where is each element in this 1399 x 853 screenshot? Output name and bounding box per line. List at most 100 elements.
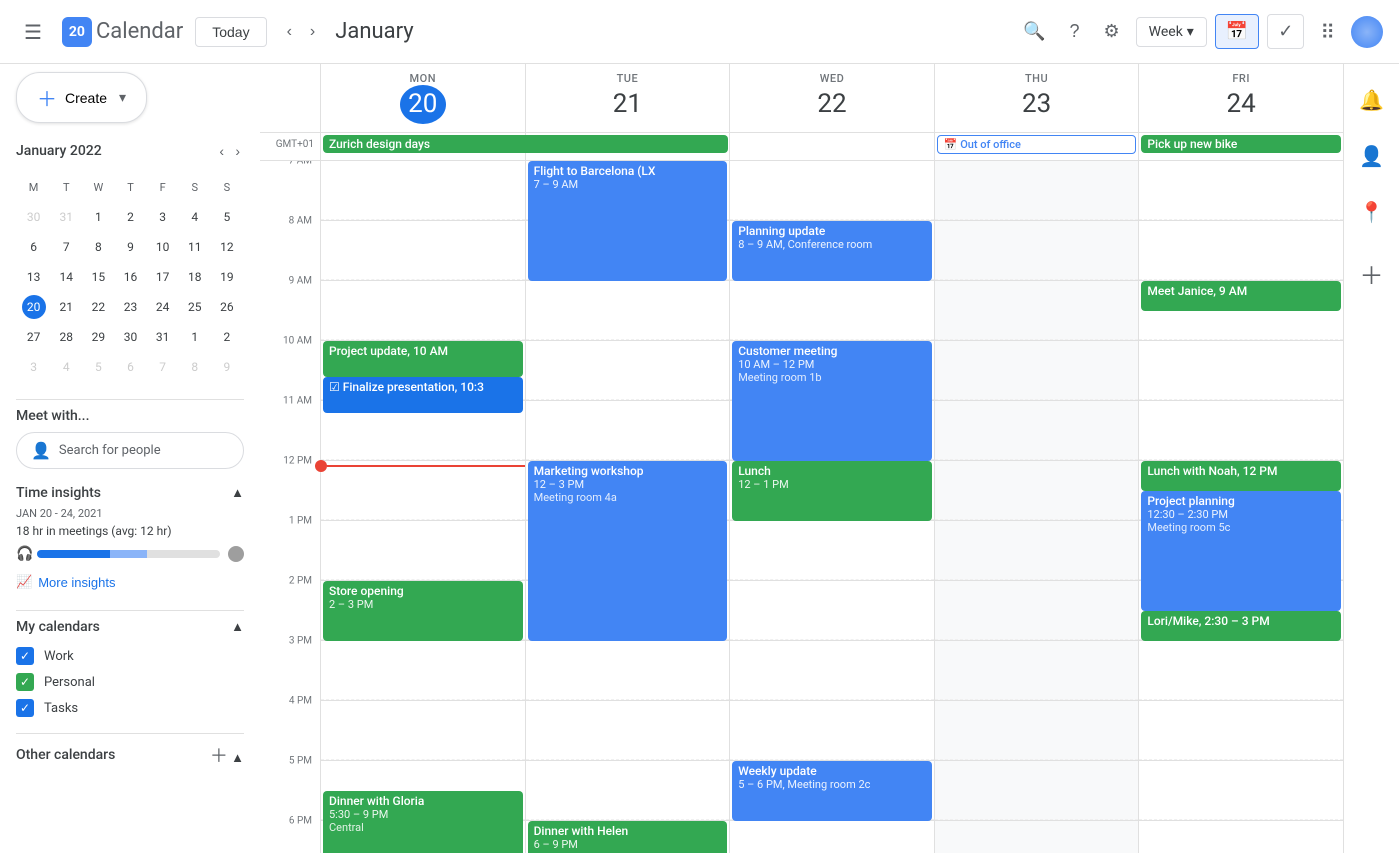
search-people-input[interactable]: 👤 Search for people — [16, 432, 244, 469]
day-header-number[interactable]: 23 — [1014, 85, 1060, 124]
mini-cal-day[interactable]: 5 — [212, 203, 242, 231]
mini-cal-day[interactable]: 30 — [115, 323, 145, 351]
mini-cal-day[interactable]: 31 — [51, 203, 81, 231]
today-button[interactable]: Today — [195, 17, 266, 47]
day-column[interactable]: Planning update8 – 9 AM, Conference room… — [729, 161, 934, 853]
mini-cal-day[interactable]: 7 — [51, 233, 81, 261]
mini-cal-day[interactable]: 25 — [180, 293, 210, 321]
mini-cal-day[interactable]: 30 — [18, 203, 49, 231]
mini-cal-day[interactable]: 4 — [180, 203, 210, 231]
mini-cal-day[interactable]: 5 — [83, 353, 113, 381]
mini-cal-day[interactable]: 24 — [148, 293, 178, 321]
right-sidebar-add-icon[interactable]: ＋ — [1352, 248, 1392, 299]
mini-cal-day[interactable]: 4 — [51, 353, 81, 381]
mini-cal-day[interactable]: 3 — [148, 203, 178, 231]
mini-cal-day[interactable]: 27 — [18, 323, 49, 351]
calendar-event[interactable]: Flight to Barcelona (LX7 – 9 AM — [528, 161, 728, 281]
allday-cell[interactable]: Pick up new bike — [1138, 133, 1343, 160]
mini-cal-day[interactable]: 26 — [212, 293, 242, 321]
allday-event-out-of-office[interactable]: 📅 Out of office — [937, 135, 1137, 154]
right-sidebar-notifications-icon[interactable]: 🔔 — [1351, 80, 1392, 120]
mini-cal-day[interactable]: 19 — [212, 263, 242, 291]
day-header-cell[interactable]: FRI24 — [1138, 64, 1343, 132]
mini-cal-day[interactable]: 2 — [115, 203, 145, 231]
mini-cal-day[interactable]: 7 — [148, 353, 178, 381]
mini-cal-day[interactable]: 3 — [18, 353, 49, 381]
calendar-event[interactable]: Dinner with Gloria5:30 – 9 PMCentral — [323, 791, 523, 853]
mini-cal-day[interactable]: 28 — [51, 323, 81, 351]
calendar-event[interactable]: Dinner with Helen6 – 9 PM — [528, 821, 728, 853]
calendar-event[interactable]: Planning update8 – 9 AM, Conference room — [732, 221, 932, 281]
day-header-number[interactable]: 24 — [1218, 85, 1264, 124]
time-grid-container[interactable]: 7 AM8 AM9 AM10 AM11 AM12 PM1 PM2 PM3 PM4… — [260, 161, 1343, 853]
mini-cal-day[interactable]: 9 — [212, 353, 242, 381]
mini-cal-day[interactable]: 21 — [51, 293, 81, 321]
my-calendars-header[interactable]: My calendars ▲ — [16, 619, 244, 635]
calendar-event[interactable]: Store opening2 – 3 PM — [323, 581, 523, 641]
mini-cal-day[interactable]: 1 — [180, 323, 210, 351]
more-insights-button[interactable]: 📈 More insights — [16, 570, 116, 594]
mini-cal-day[interactable]: 23 — [115, 293, 145, 321]
other-calendars-header[interactable]: Other calendars ＋ ▲ — [16, 742, 244, 768]
day-header-cell[interactable]: MON20 — [320, 64, 525, 132]
calendar-item[interactable]: ✓Personal — [16, 669, 244, 695]
view-selector[interactable]: Week ▾ — [1136, 17, 1207, 47]
day-column[interactable]: Project update, 10 AM☑ Finalize presenta… — [320, 161, 525, 853]
calendar-checkbox[interactable]: ✓ — [16, 647, 34, 665]
mini-cal-day[interactable]: 20 — [18, 293, 49, 321]
day-header-number[interactable]: 22 — [809, 85, 855, 124]
calendar-event[interactable]: Project planning12:30 – 2:30 PMMeeting r… — [1141, 491, 1341, 611]
day-column[interactable] — [934, 161, 1139, 853]
search-button[interactable]: 🔍 — [1015, 13, 1053, 50]
allday-cell[interactable] — [729, 133, 934, 160]
mini-cal-day[interactable]: 15 — [83, 263, 113, 291]
right-sidebar-location-icon[interactable]: 📍 — [1351, 192, 1392, 232]
mini-cal-day[interactable]: 9 — [115, 233, 145, 261]
mini-cal-day[interactable]: 10 — [148, 233, 178, 261]
user-avatar[interactable] — [1351, 16, 1383, 48]
calendar-view-button[interactable]: 📅 — [1215, 14, 1259, 49]
mini-cal-day[interactable]: 17 — [148, 263, 178, 291]
mini-cal-day[interactable]: 2 — [212, 323, 242, 351]
calendar-item[interactable]: ✓Tasks — [16, 695, 244, 721]
mini-cal-day[interactable]: 16 — [115, 263, 145, 291]
add-other-calendar-icon[interactable]: ＋ — [210, 746, 228, 767]
day-header-number[interactable]: 20 — [400, 85, 446, 124]
mini-cal-day[interactable]: 12 — [212, 233, 242, 261]
mini-cal-day[interactable]: 8 — [83, 233, 113, 261]
calendar-event[interactable]: Weekly update5 – 6 PM, Meeting room 2c — [732, 761, 932, 821]
calendar-event[interactable]: Marketing workshop12 – 3 PMMeeting room … — [528, 461, 728, 641]
menu-icon[interactable]: ☰ — [16, 12, 50, 52]
allday-event-zurich[interactable]: Zurich design days — [323, 135, 728, 153]
allday-cell[interactable]: Zurich design days — [320, 133, 525, 160]
calendar-event[interactable]: Meet Janice, 9 AM — [1141, 281, 1341, 311]
mini-cal-day[interactable]: 31 — [148, 323, 178, 351]
day-header-cell[interactable]: THU23 — [934, 64, 1139, 132]
day-column[interactable]: Flight to Barcelona (LX7 – 9 AM Marketing… — [525, 161, 730, 853]
prev-arrow[interactable]: ‹ — [279, 15, 300, 49]
mini-cal-day[interactable]: 8 — [180, 353, 210, 381]
mini-cal-day[interactable]: 22 — [83, 293, 113, 321]
mini-cal-day[interactable]: 18 — [180, 263, 210, 291]
mini-cal-day[interactable]: 14 — [51, 263, 81, 291]
day-header-number[interactable]: 21 — [604, 85, 650, 124]
create-button[interactable]: ＋ Create ▾ — [16, 72, 147, 123]
right-sidebar-person-icon[interactable]: 👤 — [1351, 136, 1392, 176]
calendar-item[interactable]: ✓Work — [16, 643, 244, 669]
allday-cell[interactable]: 📅 Out of office — [934, 133, 1139, 160]
mini-cal-day[interactable]: 29 — [83, 323, 113, 351]
calendar-checkbox[interactable]: ✓ — [16, 699, 34, 717]
mini-cal-day[interactable]: 6 — [115, 353, 145, 381]
mini-cal-prev[interactable]: ‹ — [215, 139, 228, 163]
calendar-checkbox[interactable]: ✓ — [16, 673, 34, 691]
calendar-event[interactable]: ☑ Finalize presentation, 10:3 — [323, 377, 523, 413]
calendar-event[interactable]: Lunch12 – 1 PM — [732, 461, 932, 521]
calendar-event[interactable]: Lunch with Noah, 12 PM — [1141, 461, 1341, 491]
settings-button[interactable]: ⚙ — [1096, 13, 1128, 50]
apps-icon[interactable]: ⠿ — [1312, 12, 1343, 52]
mini-cal-day[interactable]: 11 — [180, 233, 210, 261]
next-arrow[interactable]: › — [302, 15, 323, 49]
mini-cal-day[interactable]: 6 — [18, 233, 49, 261]
insights-chevron-icon[interactable]: ▲ — [231, 485, 244, 501]
calendar-event[interactable]: Customer meeting10 AM – 12 PMMeeting roo… — [732, 341, 932, 461]
